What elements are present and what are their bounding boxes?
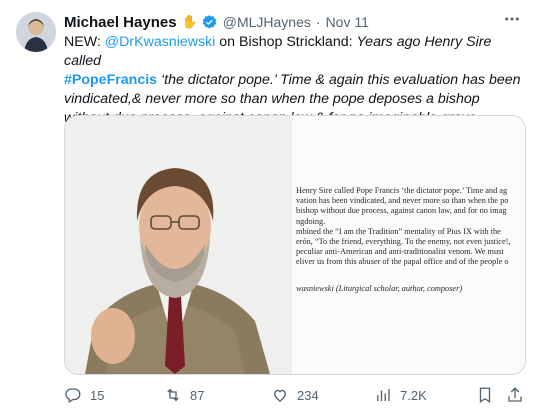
bookmark-icon bbox=[479, 387, 491, 404]
bookmark-button[interactable] bbox=[476, 386, 494, 404]
hashtag-link[interactable]: #PopeFrancis bbox=[64, 72, 157, 88]
quote-document: Henry Sire called Pope Francis ‘the dict… bbox=[292, 116, 525, 374]
doc-line: mbined the “I am the Tradition” mentalit… bbox=[296, 226, 501, 236]
doc-line: peculiar anti-American and anti-traditio… bbox=[296, 247, 504, 257]
share-button[interactable] bbox=[506, 386, 524, 404]
reply-icon bbox=[65, 388, 81, 403]
document-signature: wasniewski (Liturgical scholar, author, … bbox=[296, 284, 463, 293]
share-icon bbox=[508, 387, 522, 402]
mention-link[interactable]: @DrKwasniewski bbox=[105, 34, 216, 50]
action-bar: 15 87 234 7.2K bbox=[64, 386, 524, 406]
retweet-icon bbox=[167, 388, 179, 402]
tweet-text-part2: on Bishop Strickland: bbox=[215, 34, 357, 50]
doc-line: bishop without due process, against cano… bbox=[296, 206, 507, 216]
doc-line: ngdoing. bbox=[296, 216, 326, 226]
author-handle[interactable]: @MLJHaynes bbox=[223, 14, 311, 30]
retweet-count: 87 bbox=[190, 387, 205, 403]
views-count: 7.2K bbox=[400, 387, 427, 403]
author-name[interactable]: Michael Haynes bbox=[64, 14, 177, 31]
like-count: 234 bbox=[297, 387, 319, 403]
verified-badge-icon bbox=[202, 14, 216, 29]
doc-line: Henry Sire called Pope Francis ‘the dict… bbox=[296, 186, 508, 195]
tweet-text-part1: NEW: bbox=[64, 34, 105, 50]
like-button[interactable]: 234 bbox=[271, 386, 319, 404]
reply-count: 15 bbox=[90, 387, 105, 403]
doc-line: erón, “To the friend, everything. To the… bbox=[296, 237, 511, 247]
avatar[interactable] bbox=[16, 12, 56, 52]
document-text: Henry Sire called Pope Francis ‘the dict… bbox=[296, 186, 525, 268]
retweet-button[interactable]: 87 bbox=[164, 386, 204, 404]
doc-line: eliver us from this abuser of the papal … bbox=[296, 257, 509, 267]
doc-line: vation has been vindicated, and never mo… bbox=[296, 196, 509, 206]
tweet-header: Michael Haynes ✋ @MLJHaynes · Nov 11 bbox=[64, 12, 523, 32]
views-icon bbox=[377, 389, 390, 401]
reply-button[interactable]: 15 bbox=[64, 386, 104, 404]
portrait-photo bbox=[65, 116, 292, 374]
views-button[interactable]: 7.2K bbox=[374, 386, 427, 404]
hand-emoji-icon: ✋ bbox=[181, 14, 198, 29]
tweet-image[interactable]: Henry Sire called Pope Francis ‘the dict… bbox=[64, 115, 526, 375]
tweet-time[interactable]: Nov 11 bbox=[326, 14, 369, 30]
more-icon[interactable] bbox=[503, 10, 521, 33]
like-icon bbox=[274, 389, 286, 402]
separator-dot: · bbox=[315, 14, 321, 30]
